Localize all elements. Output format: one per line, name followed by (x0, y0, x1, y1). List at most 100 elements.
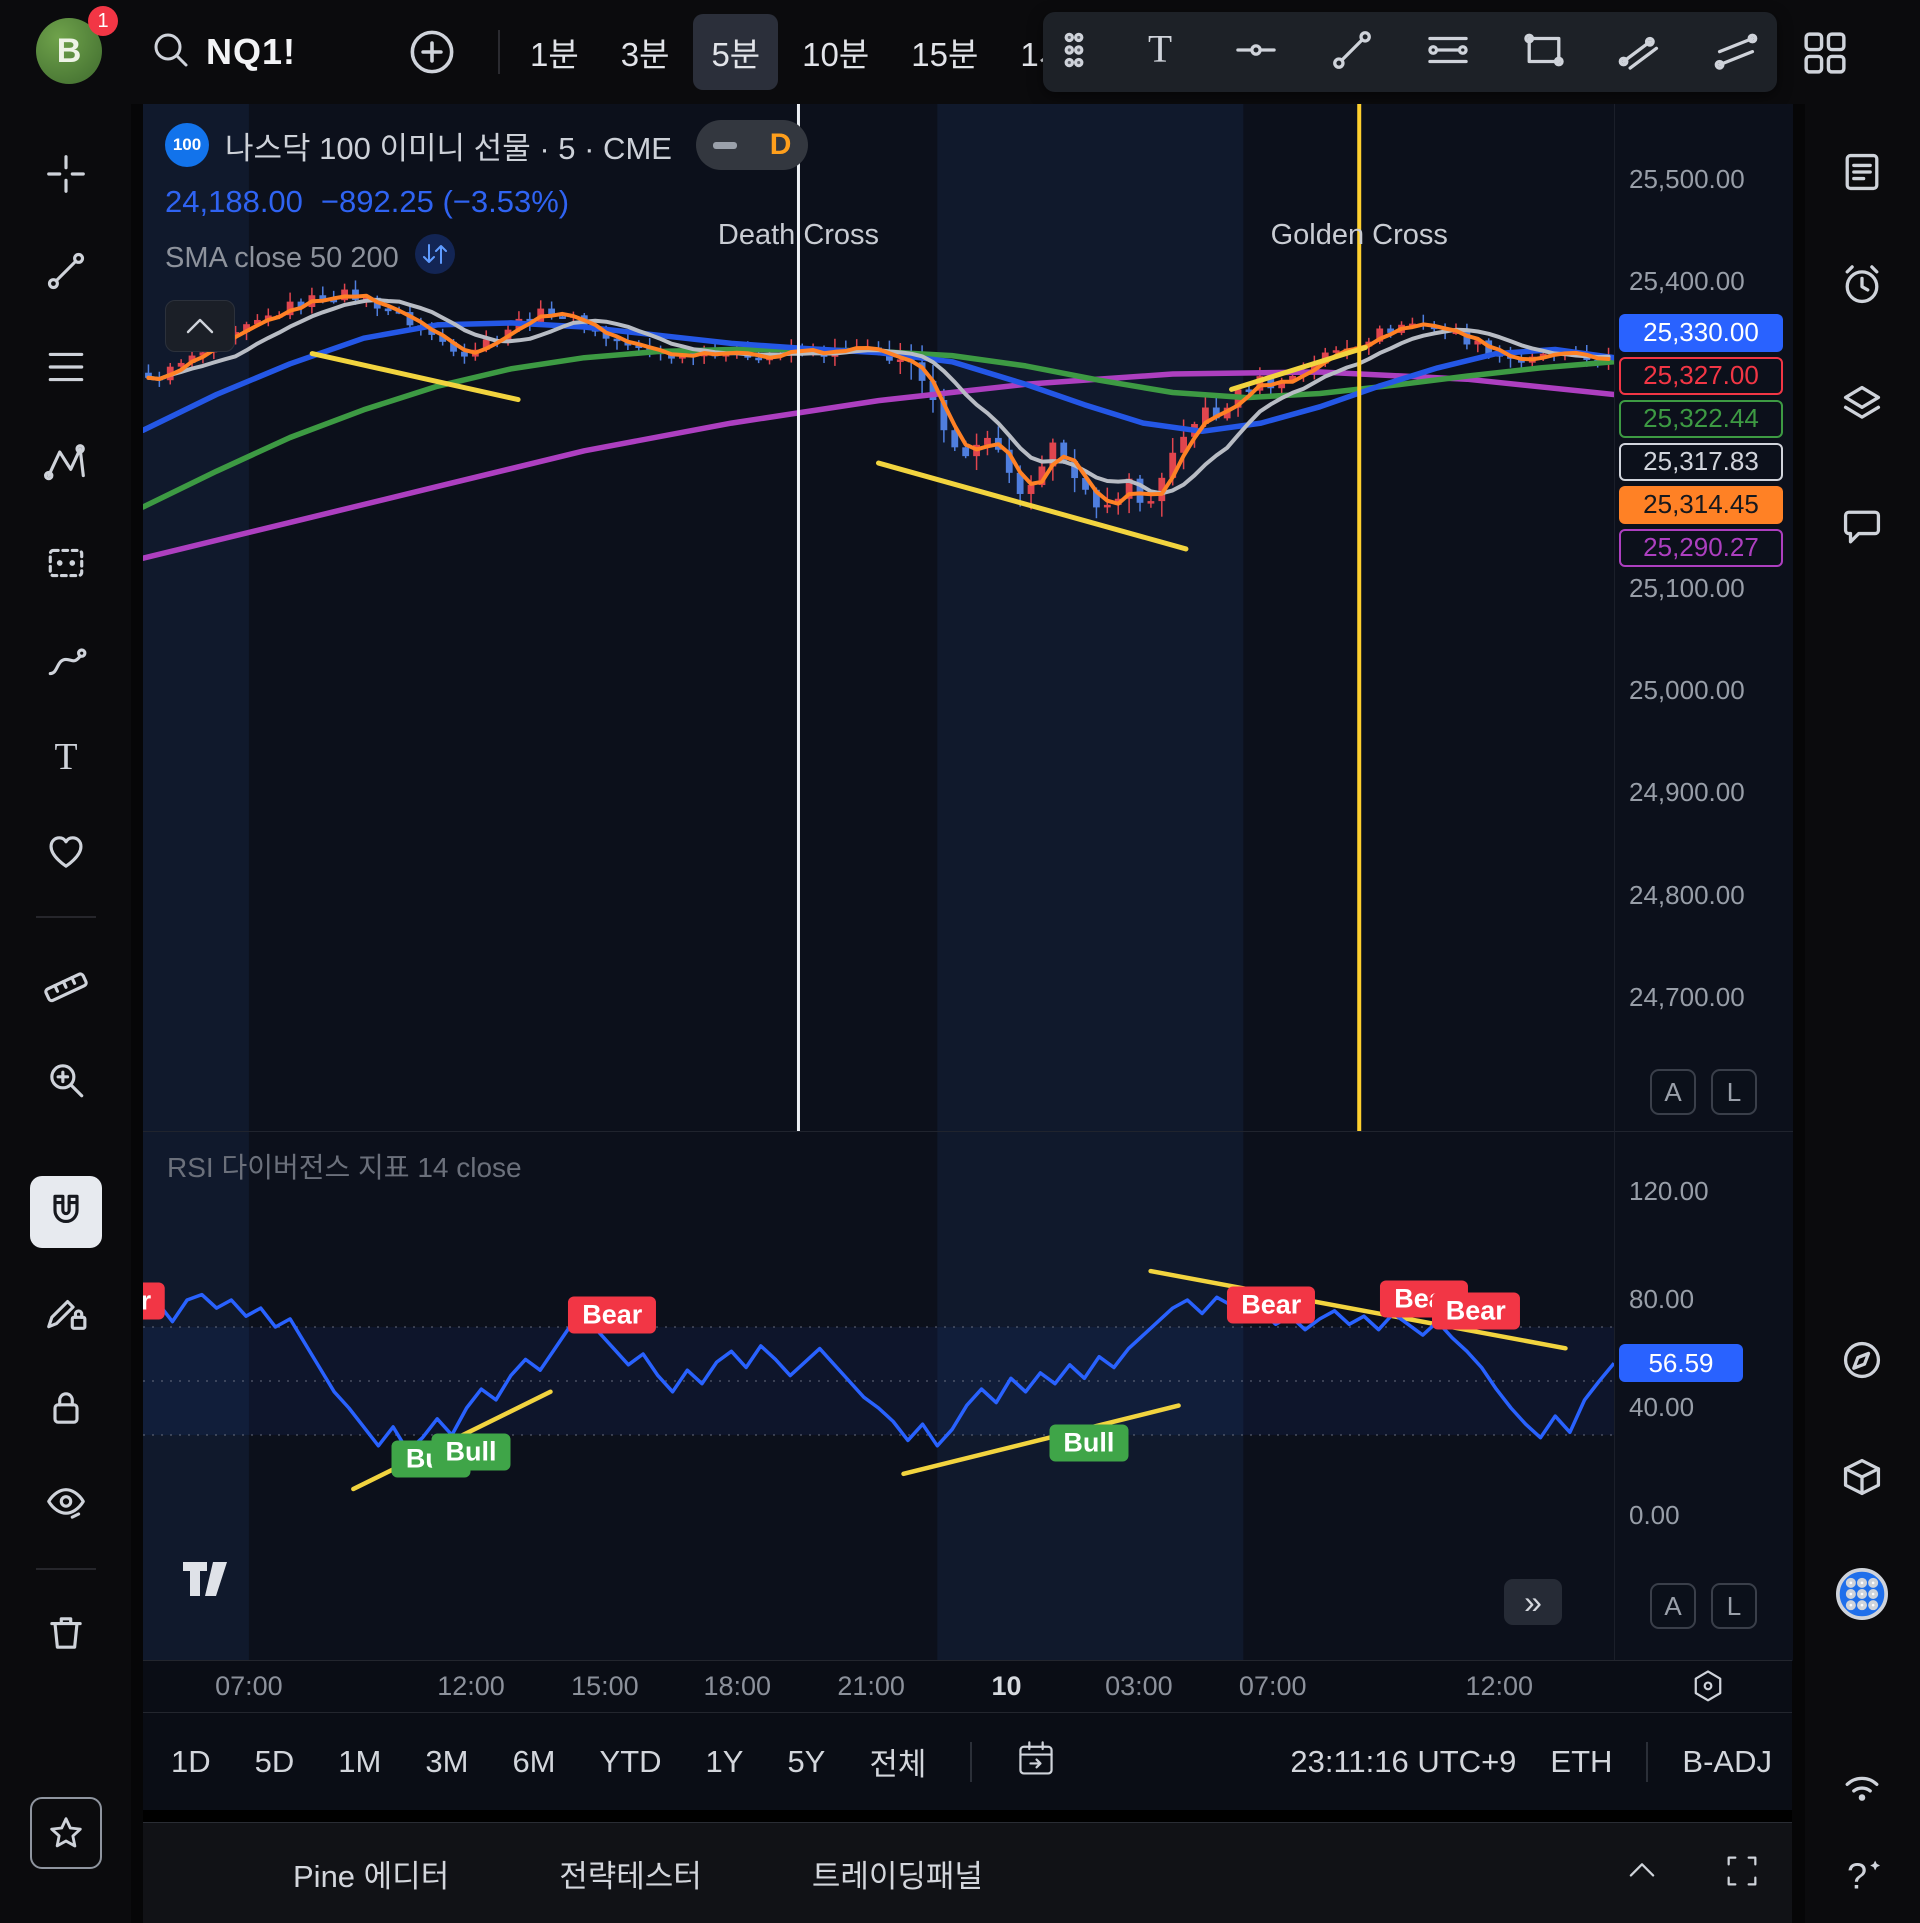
bear-signal-label[interactable]: Bear (568, 1296, 656, 1333)
layout-grid-icon[interactable] (1800, 28, 1850, 78)
range-6m[interactable]: 6M (512, 1744, 555, 1780)
time-tick: 21:00 (837, 1671, 905, 1702)
crosshair-icon[interactable] (30, 138, 102, 210)
tradingview-logo[interactable] (183, 1562, 239, 1603)
lock-icon[interactable] (30, 1372, 102, 1444)
trend-line-tool-icon[interactable] (1329, 27, 1375, 78)
session-settings-icon[interactable] (1688, 1667, 1728, 1712)
time-tick: 15:00 (571, 1671, 639, 1702)
text-icon[interactable]: T (30, 722, 102, 794)
timeframe-3m[interactable]: 3분 (603, 14, 688, 90)
clock[interactable]: 23:11:16 UTC+9 (1290, 1744, 1516, 1780)
session-type[interactable]: ETH (1550, 1744, 1612, 1780)
package-icon[interactable] (1832, 1447, 1892, 1507)
price-pane[interactable]: Death CrossGolden Cross 100 나스닥 100 이미니 … (143, 104, 1614, 1131)
log-scale-button[interactable]: L (1711, 1069, 1757, 1115)
range-ytd[interactable]: YTD (600, 1744, 662, 1780)
notification-badge: 1 (88, 6, 118, 36)
rectangle-tool-icon[interactable] (1521, 27, 1567, 78)
trash-icon[interactable] (30, 1597, 102, 1669)
swap-arrows-icon[interactable] (413, 232, 457, 284)
rsi-tick: 40.00 (1629, 1392, 1694, 1423)
rsi-indicator-label[interactable]: RSI 다이버전스 지표 14 close (167, 1146, 522, 1186)
parallel-channel-tool-icon[interactable] (1617, 27, 1663, 78)
range-1m[interactable]: 1M (338, 1744, 381, 1780)
watchlist-icon[interactable] (1832, 142, 1892, 202)
multi-line-tool-icon[interactable] (1713, 27, 1759, 78)
chart-mode-toggle[interactable]: D (696, 120, 808, 170)
horizontal-line-tool-icon[interactable] (1233, 27, 1279, 78)
eye-draw-icon[interactable] (30, 1467, 102, 1539)
rsi-axis[interactable]: A L 120.0080.0040.000.0056.59 (1614, 1131, 1793, 1661)
collapse-legend-button[interactable] (165, 300, 235, 352)
auto-scale-button[interactable]: A (1650, 1069, 1696, 1115)
tab-strategy-tester[interactable]: 전략테스터 (559, 1851, 702, 1896)
rsi-more-button[interactable]: » (1504, 1579, 1562, 1625)
rsi-log-scale-button[interactable]: L (1711, 1583, 1757, 1629)
broadcast-icon[interactable] (1832, 1756, 1892, 1816)
text-tool-icon[interactable]: T (1137, 27, 1183, 78)
symbol-ticker: NQ1! (206, 31, 296, 73)
add-symbol-button[interactable] (404, 24, 460, 80)
footer-divider (1646, 1742, 1648, 1782)
timeframe-10m[interactable]: 10분 (784, 14, 887, 90)
chat-icon[interactable] (1832, 497, 1892, 557)
star-icon[interactable] (30, 1797, 102, 1869)
bull-signal-label[interactable]: Bull (1049, 1425, 1128, 1462)
price-label: 25,290.27 (1619, 529, 1783, 567)
rsi-auto-scale-button[interactable]: A (1650, 1583, 1696, 1629)
object-layers-icon[interactable] (1832, 374, 1892, 434)
magnet-icon[interactable] (30, 1176, 102, 1248)
price-tick: 25,000.00 (1629, 675, 1745, 706)
price-label: 25,317.83 (1619, 443, 1783, 481)
timeframe-1m[interactable]: 1분 (512, 14, 597, 90)
help-sparkle-icon[interactable]: ? (1832, 1847, 1892, 1907)
drag-handle-icon[interactable] (1061, 28, 1087, 77)
price-row: 24,188.00 −892.25 (−3.53%) (165, 184, 808, 220)
alerts-clock-icon[interactable] (1832, 255, 1892, 315)
badge-text: 100 (173, 135, 201, 155)
range-1d[interactable]: 1D (171, 1744, 211, 1780)
projection-icon[interactable] (30, 527, 102, 599)
trend-line-icon[interactable] (30, 235, 102, 307)
price-axis[interactable]: A L 25,500.0025,400.0025,100.0025,000.00… (1614, 104, 1793, 1131)
ruler-icon[interactable] (30, 945, 102, 1017)
toolbar-divider (498, 30, 500, 74)
rsi-pane[interactable]: rBullBullBearBullBearBearBear RSI 다이버전스 … (143, 1131, 1614, 1661)
time-tick: 12:00 (437, 1671, 505, 1702)
pencil-lock-icon[interactable] (30, 1275, 102, 1347)
range-5y[interactable]: 5Y (787, 1744, 825, 1780)
panel-chevron-up-icon[interactable] (1622, 1851, 1662, 1896)
bear-signal-label[interactable]: r (143, 1283, 165, 1320)
range-all[interactable]: 전체 (869, 1739, 926, 1784)
symbol-title[interactable]: 나스닥 100 이미니 선물 · 5 · CME (225, 123, 672, 168)
heart-icon[interactable] (30, 816, 102, 888)
goto-date-icon[interactable] (1016, 1739, 1056, 1784)
time-tick: 07:00 (215, 1671, 283, 1702)
avatar-letter: B (57, 32, 82, 71)
symbol-search[interactable]: NQ1! (150, 0, 296, 104)
bull-signal-label[interactable]: Bull (432, 1433, 511, 1470)
tab-pine-editor[interactable]: Pine 에디터 (293, 1851, 449, 1896)
nasdaq-100-badge: 100 (165, 123, 209, 167)
indicator-row[interactable]: SMA close 50 200 (165, 232, 808, 284)
timeframe-5m[interactable]: 5분 (693, 14, 778, 90)
timeframe-15m[interactable]: 15분 (893, 14, 996, 90)
range-1y[interactable]: 1Y (706, 1744, 744, 1780)
tab-trading-panel[interactable]: 트레이딩패널 (812, 1851, 983, 1896)
xabcd-pattern-icon[interactable] (30, 427, 102, 499)
brush-icon[interactable] (30, 625, 102, 697)
range-5d[interactable]: 5D (255, 1744, 295, 1780)
fib-retracement-tool-icon[interactable] (1425, 27, 1471, 78)
bear-signal-label[interactable]: Bear (1432, 1293, 1520, 1330)
panel-expand-icon[interactable] (1722, 1851, 1762, 1896)
rsi-chart-canvas[interactable] (143, 1132, 1614, 1661)
bear-signal-label[interactable]: Bear (1227, 1287, 1315, 1324)
fib-lines-icon[interactable] (30, 331, 102, 403)
adjustment-mode[interactable]: B-ADJ (1682, 1744, 1772, 1780)
compass-icon[interactable] (1832, 1330, 1892, 1390)
time-axis[interactable]: 07:0012:0015:0018:0021:001003:0007:0012:… (143, 1660, 1792, 1713)
zoom-in-icon[interactable] (30, 1044, 102, 1116)
apps-grid-icon[interactable] (1832, 1564, 1892, 1624)
range-3m[interactable]: 3M (425, 1744, 468, 1780)
